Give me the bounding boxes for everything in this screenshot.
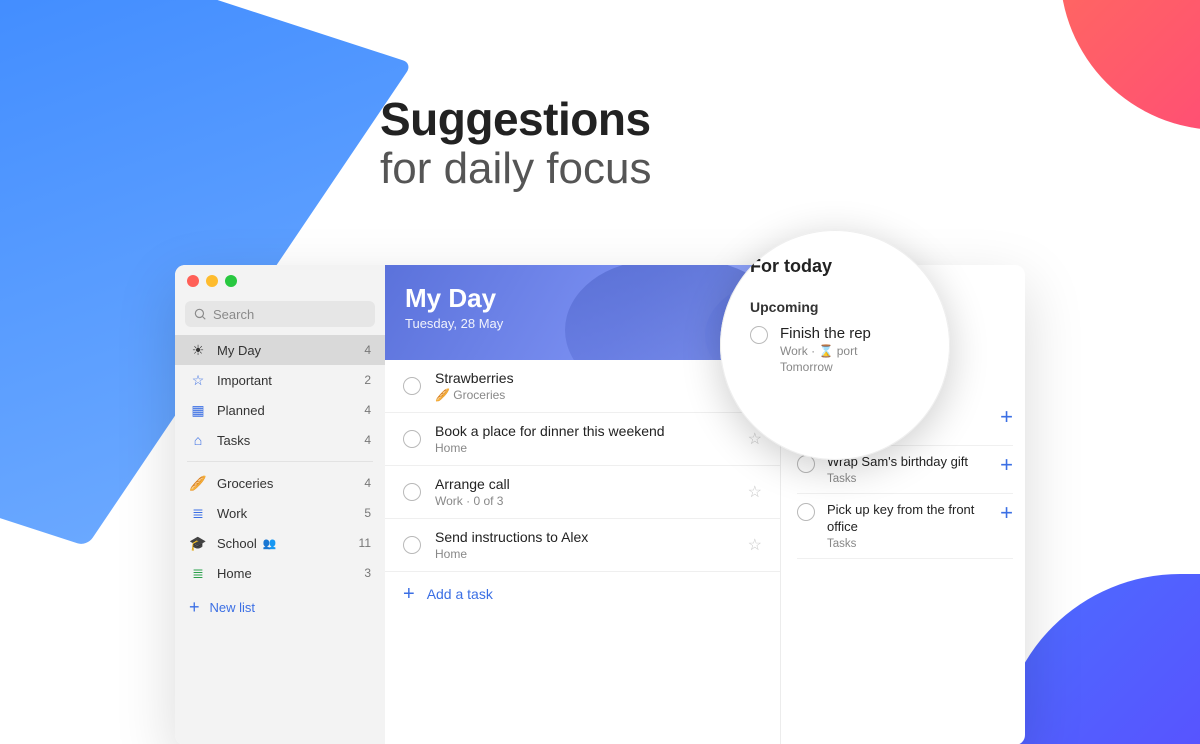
complete-checkbox[interactable] xyxy=(403,536,421,554)
sidebar-item-count: 4 xyxy=(364,343,371,357)
suggestion-row[interactable]: Pick up key from the front office Tasks … xyxy=(797,494,1013,559)
suggestion-meta: Tomorrow xyxy=(780,360,871,374)
suggestion-row[interactable]: Finish the rep Work · ⌛ port Tomorrow xyxy=(750,325,934,374)
search-placeholder: Search xyxy=(213,307,254,322)
decorative-bg xyxy=(1060,0,1200,130)
magnifier-callout: For today Upcoming Finish the rep Work ·… xyxy=(720,230,950,460)
shared-icon: 👥 xyxy=(263,537,277,550)
suggestion-title: Pick up key from the front office xyxy=(827,502,994,536)
home-icon: ⌂ xyxy=(189,432,207,448)
task-list: Strawberries 🥖 Groceries ☆ Book a place … xyxy=(385,360,780,572)
task-row[interactable]: Arrange call Work · 0 of 3 ☆ xyxy=(385,466,780,519)
complete-checkbox[interactable] xyxy=(750,326,768,344)
plus-icon: + xyxy=(403,584,415,604)
sidebar-item-count: 4 xyxy=(364,403,371,417)
list-date: Tuesday, 28 May xyxy=(405,316,760,331)
close-icon[interactable] xyxy=(187,275,199,287)
marketing-headline: Suggestions for daily focus xyxy=(380,92,651,194)
sidebar-item-planned[interactable]: ▦ Planned 4 xyxy=(175,395,385,425)
complete-checkbox[interactable] xyxy=(797,503,815,521)
sidebar-item-label: Groceries xyxy=(217,476,273,491)
task-row[interactable]: Strawberries 🥖 Groceries ☆ xyxy=(385,360,780,413)
sidebar-item-label: School xyxy=(217,536,257,551)
smart-lists: ☀︎ My Day 4 ☆ Important 2 ▦ Planned 4 ⌂ … xyxy=(175,335,385,455)
divider xyxy=(187,461,373,462)
add-task-label: Add a task xyxy=(427,586,493,602)
sidebar-item-label: Tasks xyxy=(217,433,250,448)
sidebar-item-label: Important xyxy=(217,373,272,388)
calendar-icon: ▦ xyxy=(189,402,207,419)
list-title: My Day xyxy=(405,283,760,314)
custom-lists: 🥖 Groceries 4 ≣ Work 5 🎓 School 👥 11 ≣ H… xyxy=(175,468,385,588)
bread-icon: 🥖 xyxy=(189,475,207,492)
task-meta: Home xyxy=(435,441,748,455)
window-traffic-lights[interactable] xyxy=(175,265,385,297)
task-meta: Home xyxy=(435,547,748,561)
complete-checkbox[interactable] xyxy=(403,377,421,395)
list-icon: ≣ xyxy=(189,565,207,582)
suggestion-meta: Tasks xyxy=(827,538,994,550)
suggestion-meta: Tasks xyxy=(827,473,994,485)
add-to-my-day-button[interactable]: + xyxy=(1000,406,1013,428)
search-input[interactable]: Search xyxy=(185,301,375,327)
sidebar-item-label: Planned xyxy=(217,403,265,418)
task-meta: Work · 0 of 3 xyxy=(435,494,748,508)
sidebar-item-label: My Day xyxy=(217,343,261,358)
task-title: Strawberries xyxy=(435,370,748,386)
task-title: Book a place for dinner this weekend xyxy=(435,423,748,439)
sidebar-item-count: 5 xyxy=(364,506,371,520)
task-row[interactable]: Send instructions to Alex Home ☆ xyxy=(385,519,780,572)
task-title: Arrange call xyxy=(435,476,748,492)
task-title: Send instructions to Alex xyxy=(435,529,748,545)
sidebar-item-home[interactable]: ≣ Home 3 xyxy=(175,558,385,588)
zoom-icon[interactable] xyxy=(225,275,237,287)
star-icon[interactable]: ☆ xyxy=(748,482,762,502)
new-list-button[interactable]: + New list xyxy=(175,588,385,626)
sidebar-item-work[interactable]: ≣ Work 5 xyxy=(175,498,385,528)
sidebar-item-label: Home xyxy=(217,566,252,581)
complete-checkbox[interactable] xyxy=(403,430,421,448)
add-to-my-day-button[interactable]: + xyxy=(1000,454,1013,476)
grad-cap-icon: 🎓 xyxy=(189,535,207,552)
sun-icon: ☀︎ xyxy=(189,342,207,359)
list-icon: ≣ xyxy=(189,505,207,522)
sidebar-item-my-day[interactable]: ☀︎ My Day 4 xyxy=(175,335,385,365)
suggestion-title: Finish the rep xyxy=(780,325,871,342)
minimize-icon[interactable] xyxy=(206,275,218,287)
add-to-my-day-button[interactable]: + xyxy=(1000,502,1013,524)
sidebar-item-count: 4 xyxy=(364,476,371,490)
task-meta: 🥖 Groceries xyxy=(435,388,748,402)
headline-bold: Suggestions xyxy=(380,92,651,146)
sidebar-item-school[interactable]: 🎓 School 👥 11 xyxy=(175,528,385,558)
sidebar: Search ☀︎ My Day 4 ☆ Important 2 ▦ Plann… xyxy=(175,265,385,744)
sidebar-item-important[interactable]: ☆ Important 2 xyxy=(175,365,385,395)
search-icon xyxy=(193,307,207,321)
sidebar-item-count: 3 xyxy=(364,566,371,580)
decorative-bg xyxy=(1000,574,1200,744)
complete-checkbox[interactable] xyxy=(403,483,421,501)
plus-icon: + xyxy=(189,598,200,616)
sidebar-item-count: 11 xyxy=(359,536,371,550)
magnifier-heading: For today xyxy=(750,256,934,277)
suggestion-meta: Work · ⌛ port xyxy=(780,344,871,358)
magnifier-subheading: Upcoming xyxy=(750,299,934,315)
task-row[interactable]: Book a place for dinner this weekend Hom… xyxy=(385,413,780,466)
sidebar-item-groceries[interactable]: 🥖 Groceries 4 xyxy=(175,468,385,498)
add-task-button[interactable]: + Add a task xyxy=(385,572,780,616)
headline-light: for daily focus xyxy=(380,144,651,194)
new-list-label: New list xyxy=(210,600,256,615)
sidebar-item-label: Work xyxy=(217,506,247,521)
sidebar-item-count: 4 xyxy=(364,433,371,447)
sidebar-item-count: 2 xyxy=(364,373,371,387)
sidebar-item-tasks[interactable]: ⌂ Tasks 4 xyxy=(175,425,385,455)
star-icon: ☆ xyxy=(189,372,207,389)
star-icon[interactable]: ☆ xyxy=(748,535,762,555)
